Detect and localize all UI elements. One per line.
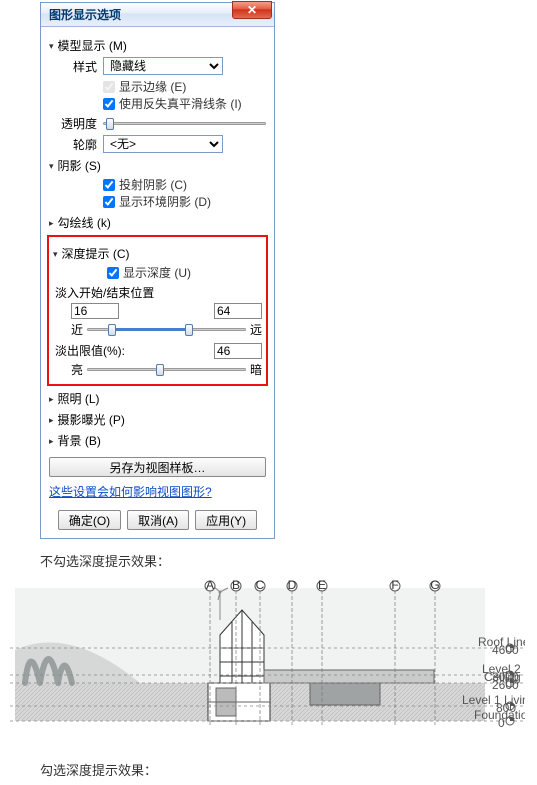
ok-button[interactable]: 确定(O) [58, 510, 121, 530]
ambient-shadows-checkbox[interactable]: 显示环境阴影 (D) [103, 193, 266, 210]
apply-button[interactable]: 应用(Y) [195, 510, 257, 530]
silhouette-select[interactable]: <无> [103, 135, 223, 153]
fade-range-slider[interactable] [87, 323, 246, 337]
show-edges-checkbox: 显示边缘 (E) [103, 78, 266, 95]
svg-text:A: A [206, 580, 214, 592]
transparency-label: 透明度 [49, 115, 103, 132]
silhouette-label: 轮廓 [49, 136, 103, 153]
dark-label: 暗 [250, 361, 262, 378]
svg-text:G: G [430, 580, 439, 592]
light-label: 亮 [71, 361, 83, 378]
transparency-slider[interactable] [103, 117, 266, 131]
svg-text:B: B [232, 580, 240, 592]
close-button[interactable]: ✕ [232, 1, 272, 19]
cancel-button[interactable]: 取消(A) [127, 510, 189, 530]
chevron-down-icon [49, 39, 54, 53]
elevation-illustration: Roof Line4600 Level 23000 Ceiling2600 Le… [10, 580, 525, 745]
svg-text:D: D [288, 580, 297, 592]
cast-shadows-checkbox[interactable]: 投射阴影 (C) [103, 176, 266, 193]
fade-limit-slider[interactable] [87, 363, 246, 377]
fade-limit-label: 淡出限值(%): [55, 342, 125, 359]
help-link[interactable]: 这些设置会如何影响视图图形? [49, 483, 212, 500]
caption-on: 勾选深度提示效果： [40, 760, 537, 779]
near-label: 近 [71, 321, 83, 338]
chevron-down-icon [53, 247, 58, 261]
chevron-right-icon [49, 392, 54, 406]
dialog-title: 图形显示选项 [49, 6, 121, 23]
chevron-right-icon [49, 434, 54, 448]
section-model-display[interactable]: 模型显示 (M) [49, 37, 266, 54]
caption-off: 不勾选深度提示效果： [40, 551, 537, 570]
style-label: 样式 [49, 58, 103, 75]
depth-cueing-highlight: 深度提示 (C) 显示深度 (U) 淡入开始/结束位置 近 远 淡出限值(%): [47, 235, 268, 386]
section-lighting[interactable]: 照明 (L) [49, 390, 266, 407]
section-sketchy-lines[interactable]: 勾绘线 (k) [49, 214, 266, 231]
chevron-right-icon [49, 413, 54, 427]
svg-text:F: F [391, 580, 398, 592]
save-as-template-button[interactable]: 另存为视图样板… [49, 457, 266, 477]
svg-text:C: C [256, 580, 265, 592]
fade-range-label: 淡入开始/结束位置 [55, 284, 262, 301]
section-photo-exposure[interactable]: 摄影曝光 (P) [49, 411, 266, 428]
chevron-right-icon [49, 216, 54, 230]
chevron-down-icon [49, 159, 54, 173]
show-depth-checkbox[interactable]: 显示深度 (U) [107, 264, 262, 281]
svg-text:2600: 2600 [492, 678, 519, 692]
fade-limit-input[interactable] [214, 343, 262, 359]
svg-text:4600: 4600 [492, 643, 519, 657]
svg-text:E: E [318, 580, 326, 592]
anti-alias-checkbox[interactable]: 使用反失真平滑线条 (I) [103, 95, 266, 112]
fade-end-input[interactable] [214, 303, 262, 319]
graphic-display-options-dialog: 图形显示选项 ✕ 模型显示 (M) 样式 隐藏线 显示边缘 (E) 使用反失真平… [40, 2, 275, 539]
svg-text:0: 0 [498, 716, 505, 730]
style-select[interactable]: 隐藏线 [103, 57, 223, 75]
section-shadows[interactable]: 阴影 (S) [49, 157, 266, 174]
far-label: 远 [250, 321, 262, 338]
fade-start-input[interactable] [71, 303, 119, 319]
section-depth-cueing[interactable]: 深度提示 (C) [53, 245, 262, 262]
close-icon: ✕ [247, 3, 257, 17]
titlebar[interactable]: 图形显示选项 ✕ [41, 3, 274, 27]
section-background[interactable]: 背景 (B) [49, 432, 266, 449]
